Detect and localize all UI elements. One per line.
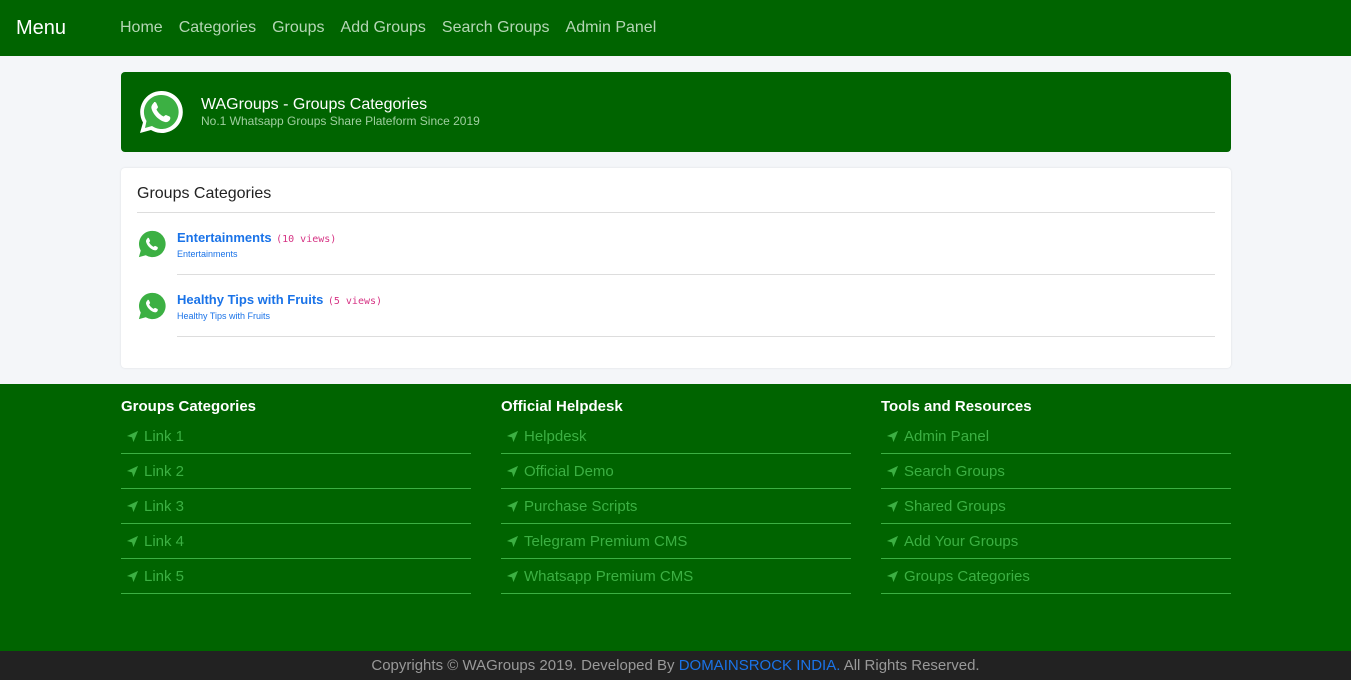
footer-link-label: Whatsapp Premium CMS xyxy=(524,567,694,585)
location-arrow-icon xyxy=(506,465,519,477)
footer-link-label: Link 2 xyxy=(144,462,185,480)
copyright-text: Copyrights © WAGroups 2019. Developed By xyxy=(371,657,679,674)
footer-link[interactable]: Official Demo xyxy=(501,454,851,489)
footer-link[interactable]: Add Your Groups xyxy=(881,524,1231,559)
location-arrow-icon xyxy=(886,500,899,512)
footer-link[interactable]: Groups Categories xyxy=(881,559,1231,594)
footer-link-label: Official Demo xyxy=(524,462,614,480)
footer-link[interactable]: Search Groups xyxy=(881,454,1231,489)
nav-groups[interactable]: Groups xyxy=(272,19,324,37)
hero-title: WAGroups - Groups Categories xyxy=(201,96,428,113)
category-description: Healthy Tips with Fruits xyxy=(177,311,271,321)
footer-link-label: Purchase Scripts xyxy=(524,497,638,515)
footer-column-title: Tools and Resources xyxy=(881,398,1032,415)
whatsapp-icon xyxy=(138,292,166,320)
location-arrow-icon xyxy=(126,570,139,582)
top-navbar: Menu Home Categories Groups Add Groups S… xyxy=(0,0,1351,56)
footer-link-label: Link 1 xyxy=(144,427,185,445)
view-count: (5 views) xyxy=(327,296,383,307)
whatsapp-icon xyxy=(140,90,183,133)
location-arrow-icon xyxy=(886,570,899,582)
card-title: Groups Categories xyxy=(137,168,1215,213)
footer-link-label: Helpdesk xyxy=(524,427,587,445)
nav-add-groups[interactable]: Add Groups xyxy=(341,19,426,37)
footer-link[interactable]: Helpdesk xyxy=(501,419,851,454)
whatsapp-icon xyxy=(138,230,166,258)
footer-link[interactable]: Shared Groups xyxy=(881,489,1231,524)
footer-link-label: Telegram Premium CMS xyxy=(524,532,688,550)
footer-column: Groups Categories Link 1 Link 2 Link 3 Link … xyxy=(121,398,471,594)
nav-home[interactable]: Home xyxy=(120,19,163,37)
category-description: Entertainments xyxy=(177,249,238,259)
footer-link[interactable]: Link 2 xyxy=(121,454,471,489)
menu-brand[interactable]: Menu xyxy=(16,17,120,40)
hero-subtitle: No.1 Whatsapp Groups Share Plateform Sin… xyxy=(201,114,480,128)
location-arrow-icon xyxy=(506,430,519,442)
footer-link-label: Search Groups xyxy=(904,462,1005,480)
footer: Groups Categories Link 1 Link 2 Link 3 Link … xyxy=(0,384,1351,651)
footer-link-label: Link 3 xyxy=(144,497,185,515)
categories-card: Groups Categories Entertainments (10 vie… xyxy=(121,168,1231,368)
location-arrow-icon xyxy=(126,465,139,477)
nav-search-groups[interactable]: Search Groups xyxy=(442,19,550,37)
list-item[interactable]: Healthy Tips with Fruits (5 views) Healt… xyxy=(137,275,1215,337)
footer-link-label: Shared Groups xyxy=(904,497,1006,515)
nav-admin-panel[interactable]: Admin Panel xyxy=(566,19,657,37)
location-arrow-icon xyxy=(126,430,139,442)
footer-link-label: Add Your Groups xyxy=(904,532,1019,550)
category-link[interactable]: Healthy Tips with Fruits xyxy=(177,292,323,307)
location-arrow-icon xyxy=(506,535,519,547)
location-arrow-icon xyxy=(126,500,139,512)
copyright-suffix: All Rights Reserved. xyxy=(840,657,980,674)
footer-link[interactable]: Purchase Scripts xyxy=(501,489,851,524)
list-item[interactable]: Entertainments (10 views) Entertainments xyxy=(137,213,1215,275)
footer-link[interactable]: Link 3 xyxy=(121,489,471,524)
location-arrow-icon xyxy=(126,535,139,547)
location-arrow-icon xyxy=(506,570,519,582)
footer-link[interactable]: Link 4 xyxy=(121,524,471,559)
footer-column-title: Official Helpdesk xyxy=(501,398,623,415)
footer-link[interactable]: Telegram Premium CMS xyxy=(501,524,851,559)
location-arrow-icon xyxy=(886,465,899,477)
developer-link[interactable]: DOMAINSROCK INDIA. xyxy=(679,657,841,674)
category-link[interactable]: Entertainments xyxy=(177,230,272,245)
footer-column: Tools and Resources Admin Panel Search Gro… xyxy=(881,398,1231,594)
footer-link[interactable]: Whatsapp Premium CMS xyxy=(501,559,851,594)
footer-link[interactable]: Link 5 xyxy=(121,559,471,594)
footer-column: Official Helpdesk Helpdesk Official Demo Pu… xyxy=(501,398,851,594)
location-arrow-icon xyxy=(886,430,899,442)
footer-link-label: Groups Categories xyxy=(904,567,1030,585)
footer-link-label: Link 5 xyxy=(144,567,185,585)
footer-link[interactable]: Link 1 xyxy=(121,419,471,454)
hero-banner: WAGroups - Groups Categories No.1 Whatsa… xyxy=(121,72,1231,152)
view-count: (10 views) xyxy=(276,234,337,245)
nav-categories[interactable]: Categories xyxy=(179,19,256,37)
location-arrow-icon xyxy=(506,500,519,512)
copyright-bar: Copyrights © WAGroups 2019. Developed By… xyxy=(0,651,1351,680)
location-arrow-icon xyxy=(886,535,899,547)
footer-link-label: Admin Panel xyxy=(904,427,990,445)
footer-link-label: Link 4 xyxy=(144,532,185,550)
footer-link[interactable]: Admin Panel xyxy=(881,419,1231,454)
footer-column-title: Groups Categories xyxy=(121,398,257,415)
